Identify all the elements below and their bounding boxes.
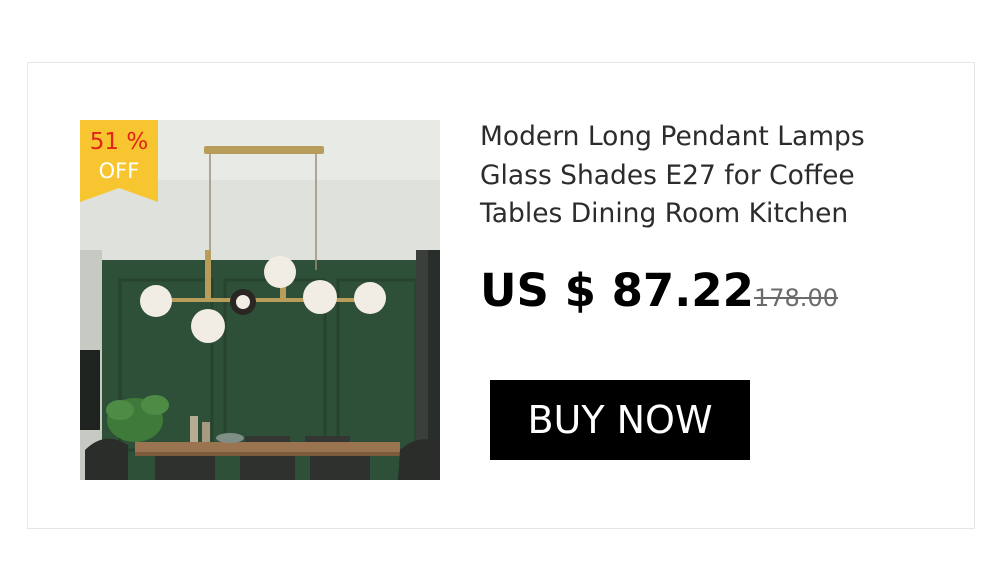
product-title-line: Tables Dining Room Kitchen: [480, 198, 849, 229]
discount-badge: 51 % OFF: [80, 120, 158, 202]
original-price: 178.00: [754, 284, 838, 312]
product-title-line: Glass Shades E27 for Coffee: [480, 159, 855, 191]
buy-now-button[interactable]: BUY NOW: [490, 380, 750, 460]
current-price: US $ 87.22: [480, 264, 754, 317]
product-title[interactable]: Modern Long Pendant Lamps Glass Shades E…: [480, 118, 920, 234]
product-title-line: Modern Long Pendant Lamps: [480, 121, 865, 152]
discount-percent: 51 %: [89, 129, 149, 155]
discount-off-label: OFF: [98, 159, 140, 183]
